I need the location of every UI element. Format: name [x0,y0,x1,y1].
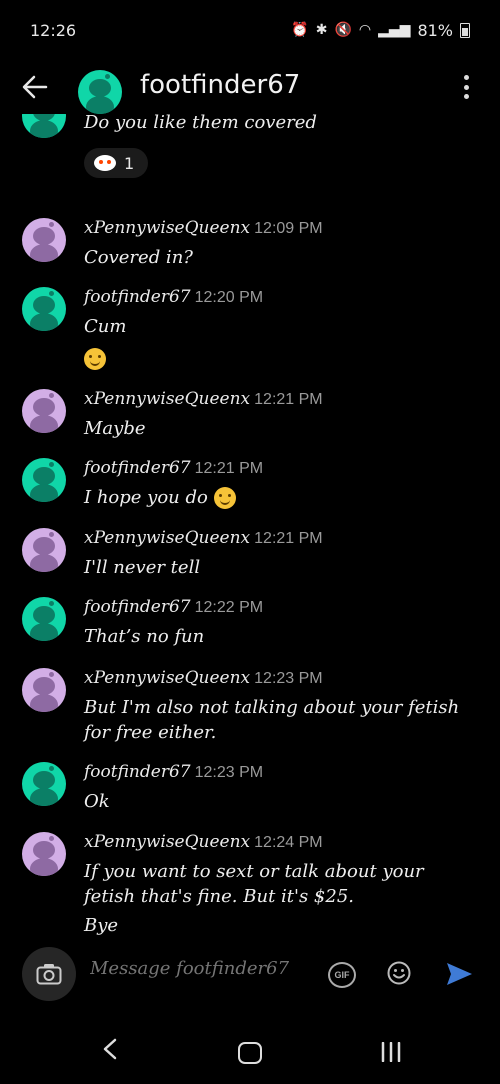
camera-icon [36,964,62,985]
mute-icon: 🔇 [334,22,352,38]
emoji-icon[interactable] [387,961,411,985]
message-composer: GIF [0,944,500,1004]
avatar[interactable] [22,287,66,331]
message-time: 12:09 PM [254,220,323,237]
message-time: 12:21 PM [194,460,264,477]
avatar[interactable] [22,114,66,138]
message-text: for free either. [84,722,217,743]
message-text-row: I hope you do [84,485,474,510]
avatar[interactable] [22,832,66,876]
battery-percent: 81% [417,20,453,40]
message-username[interactable]: footfinder67 [84,762,191,782]
alarm-icon: ⏰ [291,22,309,38]
message-text: Ok [84,791,110,812]
back-arrow-icon[interactable] [20,72,50,102]
message-text: If you want to sext or talk about your [84,861,424,882]
message-input[interactable] [90,958,310,979]
chat-header: footfinder67 [0,60,500,114]
message-time: 12:23 PM [194,764,264,781]
avatar[interactable] [22,458,66,502]
message-time: 12:20 PM [194,289,264,306]
more-options-icon[interactable] [456,72,476,102]
message-username[interactable]: footfinder67 [84,597,191,617]
message-text: Maybe [84,418,146,439]
message-time: 12:22 PM [194,599,264,616]
message-text: I hope you do [84,487,208,508]
message-time: 12:23 PM [254,670,323,687]
message-username[interactable]: xPennywiseQueenx [84,528,250,548]
status-bar: 12:26 ⏰ ✱ 🔇 ◠ ▂▄▆ 81% [0,0,500,60]
nav-back-icon[interactable] [100,1037,120,1061]
avatar[interactable] [22,528,66,572]
avatar[interactable] [22,668,66,712]
message-username[interactable]: xPennywiseQueenx [84,668,250,688]
avatar[interactable] [22,762,66,806]
send-icon[interactable] [444,959,474,989]
status-time: 12:26 [30,20,77,40]
smiling-face-icon [84,348,106,370]
message-text: I'll never tell [84,557,201,578]
message-time: 12:21 PM [254,530,323,547]
reddit-snoo-icon [94,155,116,171]
system-nav-bar [0,1004,500,1084]
message-time: 12:21 PM [254,391,323,408]
avatar[interactable] [22,218,66,262]
header-avatar[interactable] [78,70,122,114]
message-username[interactable]: footfinder67 [84,458,191,478]
wifi-icon: ◠ [358,22,372,38]
message-text: Cum [84,316,127,337]
message-text: Do you like them covered [84,114,317,133]
nav-home-icon[interactable] [238,1042,262,1064]
battery-icon [460,22,470,38]
nav-recent-apps-icon[interactable] [380,1042,402,1062]
avatar[interactable] [22,389,66,433]
chat-title[interactable]: footfinder67 [140,70,300,100]
reaction-badge[interactable]: 1 [84,148,148,178]
message-time: 12:24 PM [254,834,323,851]
status-icons: ⏰ ✱ 🔇 ◠ ▂▄▆ 81% [291,21,470,40]
message-text: Bye [84,915,119,936]
message-text: That’s no fun [84,626,205,647]
gif-button[interactable]: GIF [328,962,356,988]
message-username[interactable]: xPennywiseQueenx [84,218,250,238]
signal-icon: ▂▄▆ [378,22,411,38]
message-username[interactable]: footfinder67 [84,287,191,307]
avatar[interactable] [22,597,66,641]
message-text: Covered in? [84,247,193,268]
message-text: But I'm also not talking about your feti… [84,697,460,718]
bluetooth-icon: ✱ [315,22,328,38]
message-text: fetish that's fine. But it's $25. [84,886,354,907]
reaction-count: 1 [124,153,135,173]
message-username[interactable]: xPennywiseQueenx [84,832,250,852]
message-username[interactable]: xPennywiseQueenx [84,389,250,409]
message-emoji [84,346,474,371]
slightly-smiling-face-icon [213,487,236,509]
camera-button[interactable] [22,947,76,1001]
message-list[interactable]: Do you like them covered 1 xPennywiseQue… [0,114,500,944]
